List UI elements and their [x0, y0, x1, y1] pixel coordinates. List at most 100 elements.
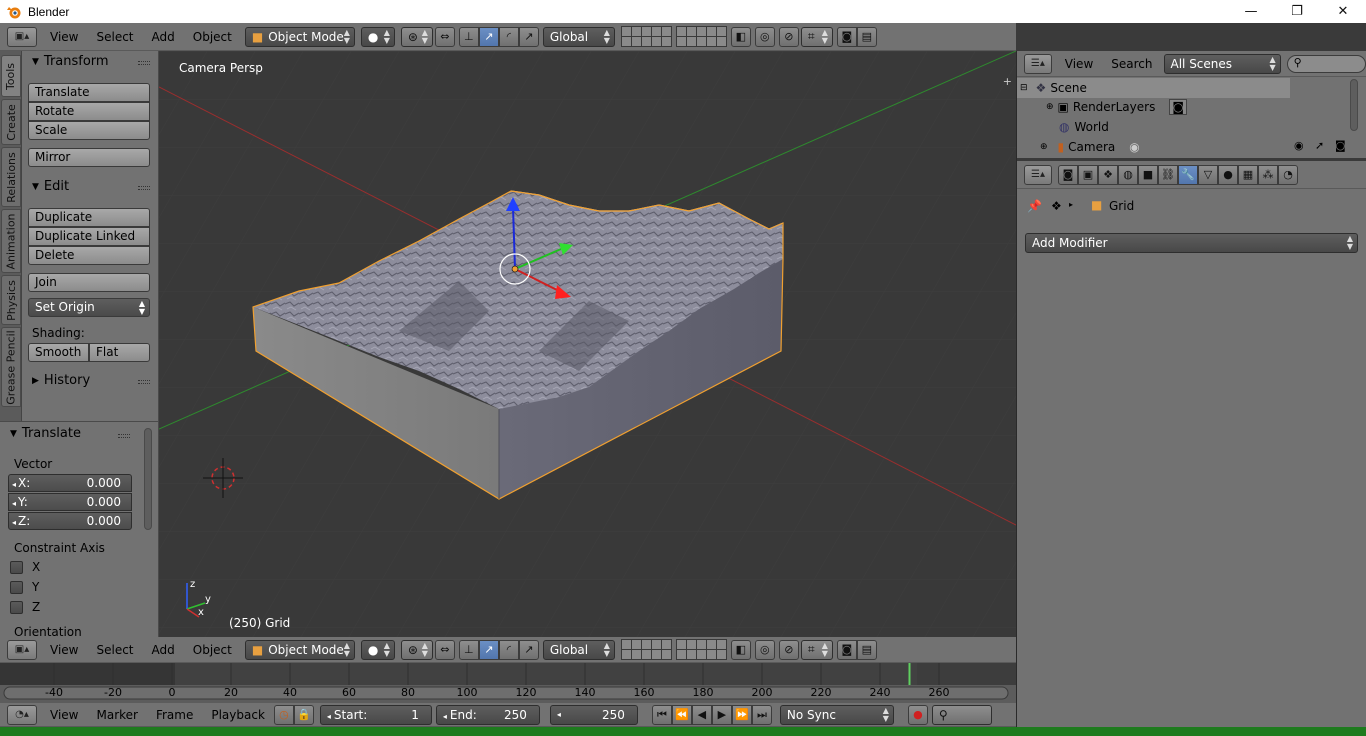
sync-dropdown[interactable]: No Sync ▲ ▼ — [779, 704, 894, 725]
outliner-menu-search[interactable]: Search — [1102, 57, 1161, 71]
pin-icon[interactable]: 📌 — [1027, 199, 1042, 213]
duplicate-linked-button[interactable]: Duplicate Linked — [28, 227, 150, 246]
mode-dropdown[interactable]: ■ Object Mode ▲ ▼ — [244, 26, 355, 47]
manipulator-extra-button[interactable]: ↗ — [518, 26, 539, 47]
outliner-row-renderlayers[interactable]: ⊕ ▣ RenderLayers ◙ — [1017, 97, 1290, 117]
operator-panel-header[interactable]: ▼ Translate — [10, 426, 81, 441]
join-button[interactable]: Join — [28, 273, 150, 292]
menu-object[interactable]: Object — [184, 643, 241, 657]
operator-panel-scrollbar[interactable] — [144, 428, 152, 530]
manipulator-toggle-button[interactable]: ⇔ — [434, 639, 455, 660]
snap-toggle-button[interactable]: ⊘ — [778, 26, 799, 47]
menu-view[interactable]: View — [41, 643, 87, 657]
flat-button[interactable]: Flat — [89, 343, 150, 362]
3d-viewport[interactable]: z y x Camera Persp (250) Grid + — [159, 51, 1016, 637]
set-origin-dropdown[interactable]: Set Origin ▲ ▼ — [28, 298, 150, 317]
duplicate-button[interactable]: Duplicate — [28, 208, 150, 227]
proportional-edit-button[interactable]: ◎ — [754, 26, 775, 47]
start-frame-field[interactable]: ◂ Start: 1 — [319, 704, 432, 725]
smooth-button[interactable]: Smooth — [28, 343, 89, 362]
play-reverse-icon[interactable]: ◀ — [691, 704, 712, 725]
menu-view[interactable]: View — [41, 30, 87, 44]
menu-object[interactable]: Object — [184, 30, 241, 44]
tab-grease-pencil[interactable]: Grease Pencil — [1, 327, 21, 407]
timeline-editor-type-button[interactable]: ◔▴ — [7, 704, 37, 725]
play-icon[interactable]: ▶ — [711, 704, 732, 725]
tab-render-icon[interactable]: ◙ — [1058, 164, 1078, 185]
layer-buttons-b[interactable] — [675, 639, 727, 660]
render-animation-button[interactable]: ▤ — [856, 26, 877, 47]
constraint-z-checkbox[interactable]: Z — [10, 600, 40, 614]
snap-toggle-button[interactable]: ⊘ — [778, 639, 799, 660]
menu-add[interactable]: Add — [143, 643, 184, 657]
collapse-icon[interactable]: ⊟ — [1020, 83, 1028, 93]
layer-lock-button[interactable]: ◧ — [730, 639, 751, 660]
tab-physics[interactable]: Physics — [1, 275, 21, 325]
vector-z-field[interactable]: ◂ Z: 0.000 — [8, 512, 132, 530]
constraint-x-checkbox[interactable]: X — [10, 560, 40, 574]
tab-create[interactable]: Create — [1, 99, 21, 145]
tab-scene-icon[interactable]: ❖ — [1098, 164, 1118, 185]
timeline-menu-view[interactable]: View — [41, 708, 87, 722]
outliner-search-input[interactable]: ⚲ — [1286, 54, 1366, 73]
timeline-ruler[interactable]: -40 -20 0 20 40 60 80 100 120 140 160 180 200 220 240 2… — [0, 663, 1016, 703]
vector-y-field[interactable]: ◂ Y: 0.000 — [8, 493, 132, 511]
timeline-scrollbar[interactable] — [3, 686, 1009, 700]
tab-object-icon[interactable]: ■ — [1138, 164, 1158, 185]
outliner-editor-type-button[interactable]: ☰▴ — [1024, 53, 1052, 74]
current-frame-field[interactable]: ◂ 250 — [549, 704, 638, 725]
layer-buttons-a[interactable] — [620, 639, 672, 660]
vector-x-field[interactable]: ◂ X: 0.000 — [8, 474, 132, 492]
jump-start-icon[interactable]: ⏮ — [651, 704, 672, 725]
tab-world-icon[interactable]: ◍ — [1118, 164, 1138, 185]
history-panel-header[interactable]: ▶ History — [32, 373, 90, 388]
keying-set-field[interactable]: ⚲ — [931, 704, 992, 725]
orientation-dropdown[interactable]: Global ▲ ▼ — [542, 26, 615, 47]
jump-keyframe-back-icon[interactable]: ⏪ — [671, 704, 692, 725]
tab-renderlayers-icon[interactable]: ▣ — [1078, 164, 1098, 185]
editor-type-button[interactable]: ▣▴ — [7, 26, 37, 47]
tab-relations[interactable]: Relations — [1, 147, 21, 207]
timeline-menu-frame[interactable]: Frame — [147, 708, 202, 722]
expand-icon[interactable]: ⊕ — [1046, 102, 1054, 112]
rotate-button[interactable]: Rotate — [28, 102, 150, 121]
preview-range-clock-icon[interactable]: ◷ — [273, 704, 294, 725]
select-cursor-icon[interactable]: ➚ — [1315, 139, 1324, 152]
menu-add[interactable]: Add — [143, 30, 184, 44]
timeline-menu-marker[interactable]: Marker — [87, 708, 146, 722]
mirror-button[interactable]: Mirror — [28, 148, 150, 167]
render-image-button[interactable]: ◙ — [836, 639, 857, 660]
orientation-dropdown[interactable]: Global ▲ ▼ — [542, 639, 615, 660]
manipulator-translate-button[interactable]: ⊥ — [458, 639, 479, 660]
outliner-row-world[interactable]: ◍ World — [1017, 117, 1290, 137]
timeline-area[interactable]: -40 -20 0 20 40 60 80 100 120 140 160 180 200 220 240 2… — [0, 663, 1016, 703]
viewport-scene[interactable]: z y x — [159, 51, 1016, 637]
delete-button[interactable]: Delete — [28, 246, 150, 265]
close-button[interactable]: ✕ — [1320, 0, 1366, 23]
tab-tools[interactable]: Tools — [1, 55, 21, 97]
visibility-eye-icon[interactable]: ◉ — [1294, 139, 1304, 152]
tab-animation[interactable]: Animation — [1, 209, 21, 273]
render-camera-icon[interactable]: ◙ — [1335, 139, 1346, 152]
maximize-button[interactable]: ❐ — [1274, 0, 1320, 23]
shading-dropdown[interactable]: ● ▲ ▼ — [360, 26, 395, 47]
proportional-edit-button[interactable]: ◎ — [754, 639, 775, 660]
snap-element-dropdown[interactable]: ⌗ ▲ ▼ — [800, 639, 833, 660]
pivot-dropdown[interactable]: ⊛ ▲ ▼ — [400, 26, 433, 47]
outliner-row-camera[interactable]: ⊕ ▮ Camera ◉ — [1017, 137, 1290, 157]
properties-editor-type-button[interactable]: ☰▴ — [1024, 164, 1052, 185]
panel-grip[interactable] — [138, 186, 150, 190]
outliner-menu-view[interactable]: View — [1056, 57, 1102, 71]
pivot-dropdown[interactable]: ⊛ ▲ ▼ — [400, 639, 433, 660]
edit-panel-header[interactable]: ▼ Edit — [32, 179, 69, 194]
mode-dropdown[interactable]: ■ Object Mode ▲ ▼ — [244, 639, 355, 660]
manipulator-scale-button[interactable]: ◜ — [498, 26, 519, 47]
end-frame-field[interactable]: ◂ End: 250 — [435, 704, 540, 725]
tab-constraints-icon[interactable]: ⛓ — [1158, 164, 1178, 185]
manipulator-toggle-button[interactable]: ⇔ — [434, 26, 455, 47]
tab-physics-icon[interactable]: ◔ — [1278, 164, 1298, 185]
lock-range-icon[interactable]: 🔒 — [293, 704, 314, 725]
constraint-y-checkbox[interactable]: Y — [10, 580, 39, 594]
tab-texture-icon[interactable]: ▦ — [1238, 164, 1258, 185]
viewport-corner-plus-icon[interactable]: + — [1003, 75, 1012, 88]
